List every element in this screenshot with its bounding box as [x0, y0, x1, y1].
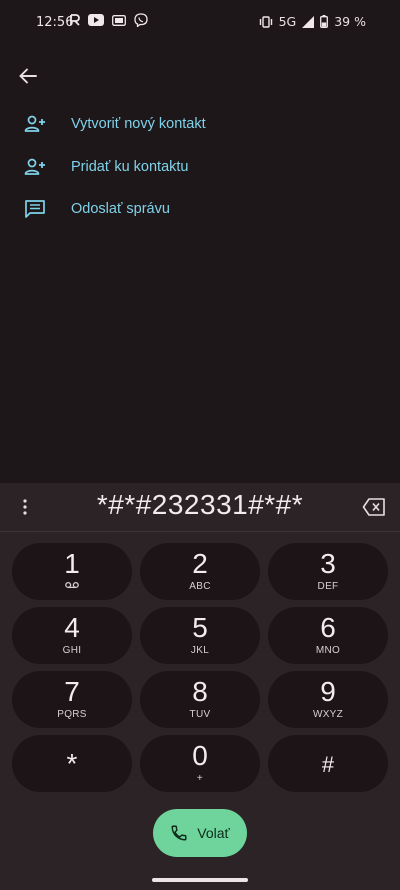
- number-display-row: *#*#232331#*#*: [0, 483, 400, 531]
- add-to-contact-item[interactable]: Pridať ku kontaktu: [24, 147, 188, 187]
- voicemail-icon: [65, 581, 79, 589]
- send-message-item[interactable]: Odoslať správu: [24, 189, 170, 229]
- youtube-icon: [88, 14, 104, 26]
- message-icon: [25, 200, 45, 218]
- key-4[interactable]: 4 GHI: [12, 607, 132, 664]
- back-arrow-icon[interactable]: [16, 64, 40, 88]
- key-0[interactable]: 0 +: [140, 735, 260, 792]
- signal-icon: [302, 15, 315, 28]
- key-3[interactable]: 3 DEF: [268, 543, 388, 600]
- backspace-icon[interactable]: [362, 497, 386, 517]
- phone-icon: [171, 825, 187, 841]
- status-time: 12:56: [36, 15, 74, 30]
- status-bar: 12:56 5G 39 %: [0, 0, 400, 44]
- send-message-label: Odoslať správu: [71, 201, 170, 217]
- cast-icon: [112, 14, 126, 26]
- battery-percent: 39 %: [334, 14, 366, 29]
- key-8[interactable]: 8 TUV: [140, 671, 260, 728]
- add-person-icon: [24, 115, 45, 132]
- key-7[interactable]: 7 PQRS: [12, 671, 132, 728]
- key-2[interactable]: 2 ABC: [140, 543, 260, 600]
- key-star[interactable]: *: [12, 735, 132, 792]
- call-button[interactable]: Volať: [153, 809, 247, 857]
- key-1[interactable]: 1: [12, 543, 132, 600]
- key-hash[interactable]: #: [268, 735, 388, 792]
- battery-icon: [320, 15, 329, 28]
- create-contact-label: Vytvoriť nový kontakt: [71, 116, 206, 132]
- call-label: Volať: [197, 825, 230, 841]
- key-5[interactable]: 5 JKL: [140, 607, 260, 664]
- dialed-number[interactable]: *#*#232331#*#*: [0, 489, 400, 521]
- add-person-icon: [24, 158, 45, 175]
- r-icon: [70, 14, 80, 26]
- key-9[interactable]: 9 WXYZ: [268, 671, 388, 728]
- create-contact-item[interactable]: Vytvoriť nový kontakt: [24, 104, 206, 144]
- key-6[interactable]: 6 MNO: [268, 607, 388, 664]
- gesture-nav-handle[interactable]: [152, 878, 248, 882]
- viber-icon: [134, 13, 148, 27]
- divider: [0, 531, 400, 532]
- vibrate-icon: [259, 15, 272, 28]
- network-type: 5G: [278, 14, 297, 29]
- add-to-contact-label: Pridať ku kontaktu: [71, 159, 189, 175]
